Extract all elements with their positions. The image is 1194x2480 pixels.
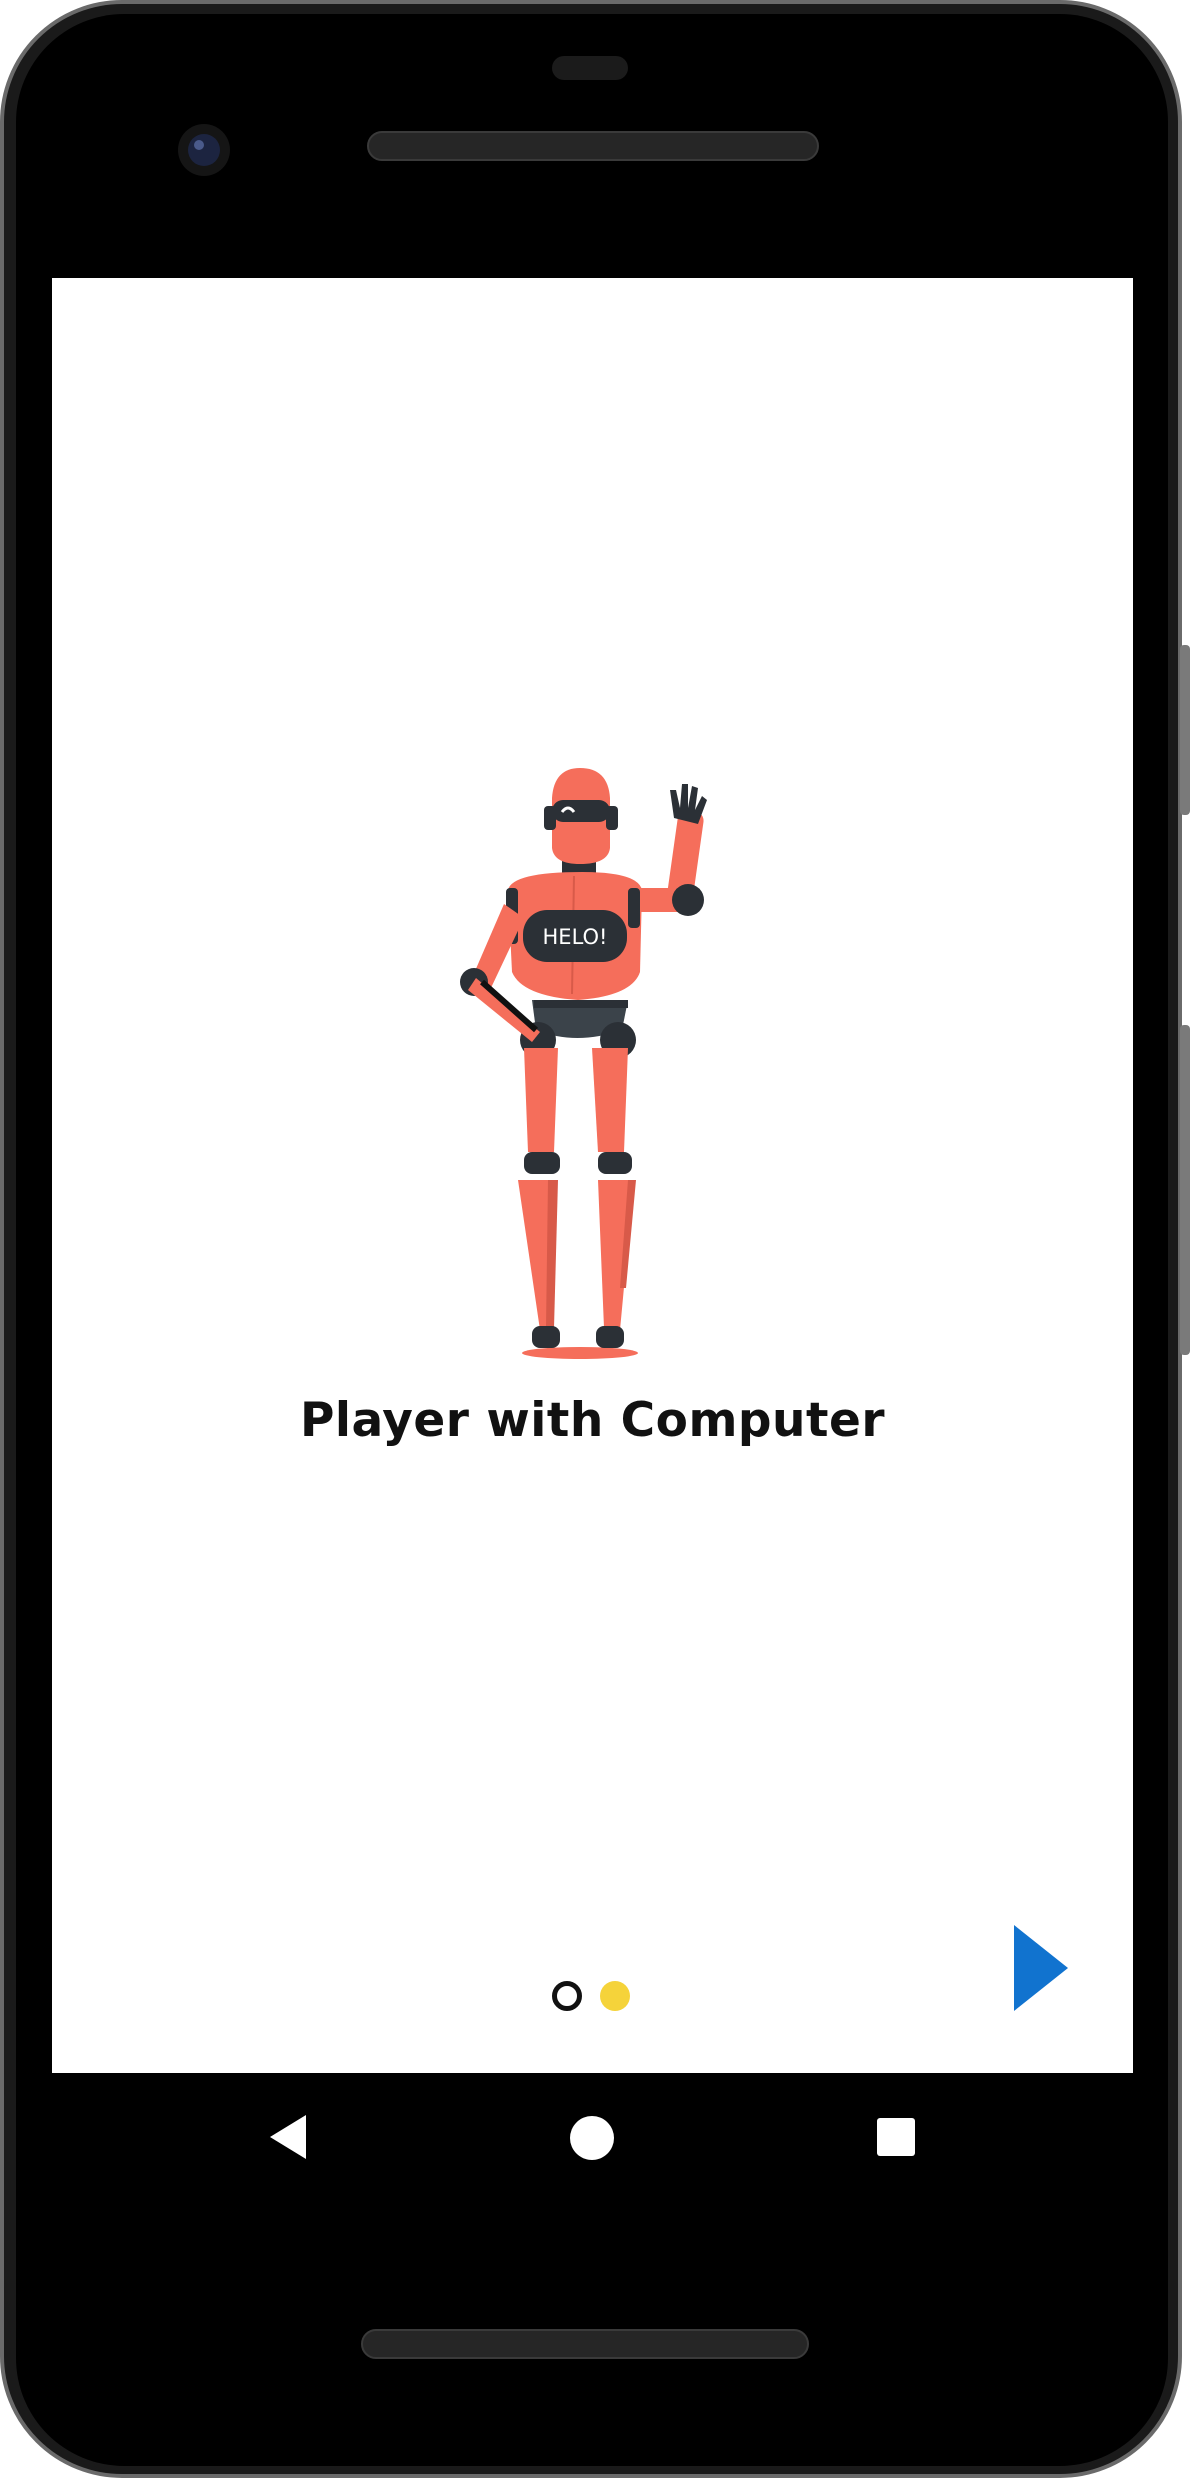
chest-label: HELO!: [543, 925, 608, 949]
next-button[interactable]: [1010, 1923, 1072, 2013]
home-button[interactable]: [570, 2116, 614, 2160]
recents-button[interactable]: [876, 2117, 916, 2157]
robot-illustration: HELO!: [432, 768, 832, 1368]
page-title: Player with Computer: [299, 1393, 886, 1448]
page-dot-1[interactable]: [552, 1981, 582, 2011]
power-button: [1180, 645, 1190, 815]
home-circle-icon: [570, 2116, 614, 2160]
back-triangle-icon: [270, 2115, 306, 2159]
app-screen: HELO! Player with Computer: [52, 278, 1133, 2073]
volume-button: [1180, 1025, 1190, 1355]
chevron-right-icon: [1014, 1925, 1068, 2011]
back-button[interactable]: [268, 2113, 308, 2161]
page-dot-2-active[interactable]: [600, 1981, 630, 2011]
page-indicator: [552, 1981, 672, 2021]
recents-square-icon: [877, 2118, 915, 2156]
